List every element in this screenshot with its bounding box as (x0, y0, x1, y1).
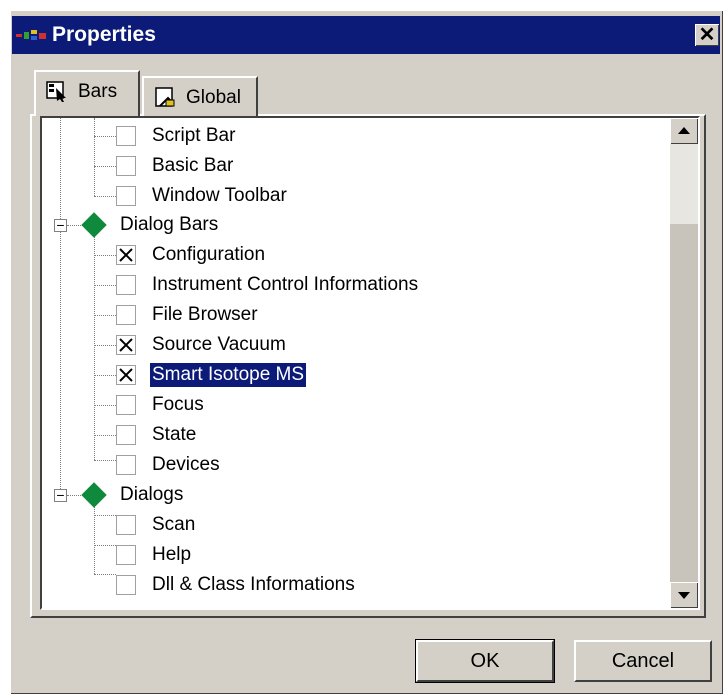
tree-line (94, 375, 116, 376)
tree-item-label: Script Bar (152, 125, 236, 146)
checkbox-smart-isotope-ms[interactable] (116, 365, 136, 385)
checkbox-file-browser[interactable] (116, 305, 136, 325)
bars-icon (46, 81, 66, 102)
group-label-dialog-bars[interactable]: Dialog Bars (120, 213, 218, 237)
tree-line (94, 405, 116, 406)
tree-item-label: State (152, 424, 197, 445)
tree-item-label: Instrument Control Informations (152, 274, 419, 295)
bars-tree[interactable]: Script Bar Basic Bar Window Toolbar − Di… (40, 116, 700, 610)
vertical-scrollbar[interactable] (670, 118, 698, 608)
checkbox-dll-class[interactable] (116, 575, 136, 595)
tree-item-label: Help (152, 544, 192, 565)
scroll-up-button[interactable] (670, 118, 698, 144)
checkbox-configuration[interactable] (116, 245, 136, 265)
tree-item-label: Configuration (152, 244, 266, 265)
checkbox-script-bar[interactable] (116, 126, 136, 146)
tree-item-label: Basic Bar (152, 155, 234, 176)
checkbox-source-vacuum[interactable] (116, 335, 136, 355)
properties-dialog: Properties ✕ Bars Global Script Bar Basi… (10, 10, 723, 694)
global-icon (155, 87, 175, 107)
tab-global-label: Global (186, 87, 241, 108)
checkbox-focus[interactable] (116, 395, 136, 415)
tree-line (94, 166, 116, 167)
checkbox-devices[interactable] (116, 455, 136, 475)
tab-bars[interactable]: Bars (34, 70, 140, 116)
ok-button[interactable]: OK (415, 639, 555, 683)
cancel-button[interactable]: Cancel (574, 640, 712, 682)
check-x-icon (119, 338, 133, 352)
tree-item-label: Devices (152, 454, 220, 475)
check-x-icon (119, 248, 133, 262)
window-title: Properties (52, 23, 156, 46)
tree-line (94, 255, 116, 256)
tree-line (94, 118, 95, 196)
tree-line (60, 118, 61, 495)
tree-line (94, 315, 116, 316)
group-diamond-icon (81, 212, 107, 238)
checkbox-state[interactable] (116, 425, 136, 445)
tree-line (94, 515, 116, 516)
checkbox-window-toolbar[interactable] (116, 186, 136, 206)
tree-line (94, 226, 95, 460)
tree-line (94, 460, 116, 461)
group-diamond-icon (81, 482, 107, 508)
title-bar[interactable]: Properties ✕ (12, 16, 720, 54)
tree-item-label: Scan (152, 514, 196, 535)
tree-line (94, 574, 116, 575)
check-x-icon (119, 368, 133, 382)
tab-global[interactable]: Global (142, 76, 258, 116)
scroll-track[interactable] (670, 224, 698, 582)
scroll-thumb[interactable] (670, 144, 698, 224)
checkbox-instrument-control[interactable] (116, 275, 136, 295)
tree-item-label: Window Toolbar (152, 185, 287, 206)
tree-line (94, 136, 116, 137)
tree-item-label-selected: Smart Isotope MS (148, 362, 308, 388)
tree-line (94, 496, 95, 574)
tree-line (94, 196, 116, 197)
checkbox-help[interactable] (116, 545, 136, 565)
minus-icon: − (56, 217, 65, 233)
tree-item-label: Source Vacuum (152, 334, 286, 355)
tree-line (94, 345, 116, 346)
tree-line (94, 435, 116, 436)
close-icon: ✕ (698, 24, 716, 46)
arrow-down-icon (678, 592, 690, 599)
close-button[interactable]: ✕ (695, 24, 719, 46)
tree-item-label: File Browser (152, 304, 258, 325)
checkbox-basic-bar[interactable] (116, 156, 136, 176)
scroll-down-button[interactable] (670, 582, 698, 608)
group-label-dialogs[interactable]: Dialogs (120, 483, 183, 507)
minus-icon: − (56, 487, 65, 503)
collapse-dialogs-button[interactable]: − (54, 487, 67, 503)
tab-bars-label: Bars (78, 81, 118, 102)
tree-item-label: Focus (152, 394, 204, 415)
tree-item-label: Dll & Class Informations (152, 574, 355, 595)
collapse-dialog-bars-button[interactable]: − (54, 217, 67, 233)
tree-line (94, 545, 116, 546)
tree-line (94, 285, 116, 286)
checkbox-scan[interactable] (116, 515, 136, 535)
arrow-up-icon (678, 127, 690, 134)
app-icon (16, 30, 46, 40)
